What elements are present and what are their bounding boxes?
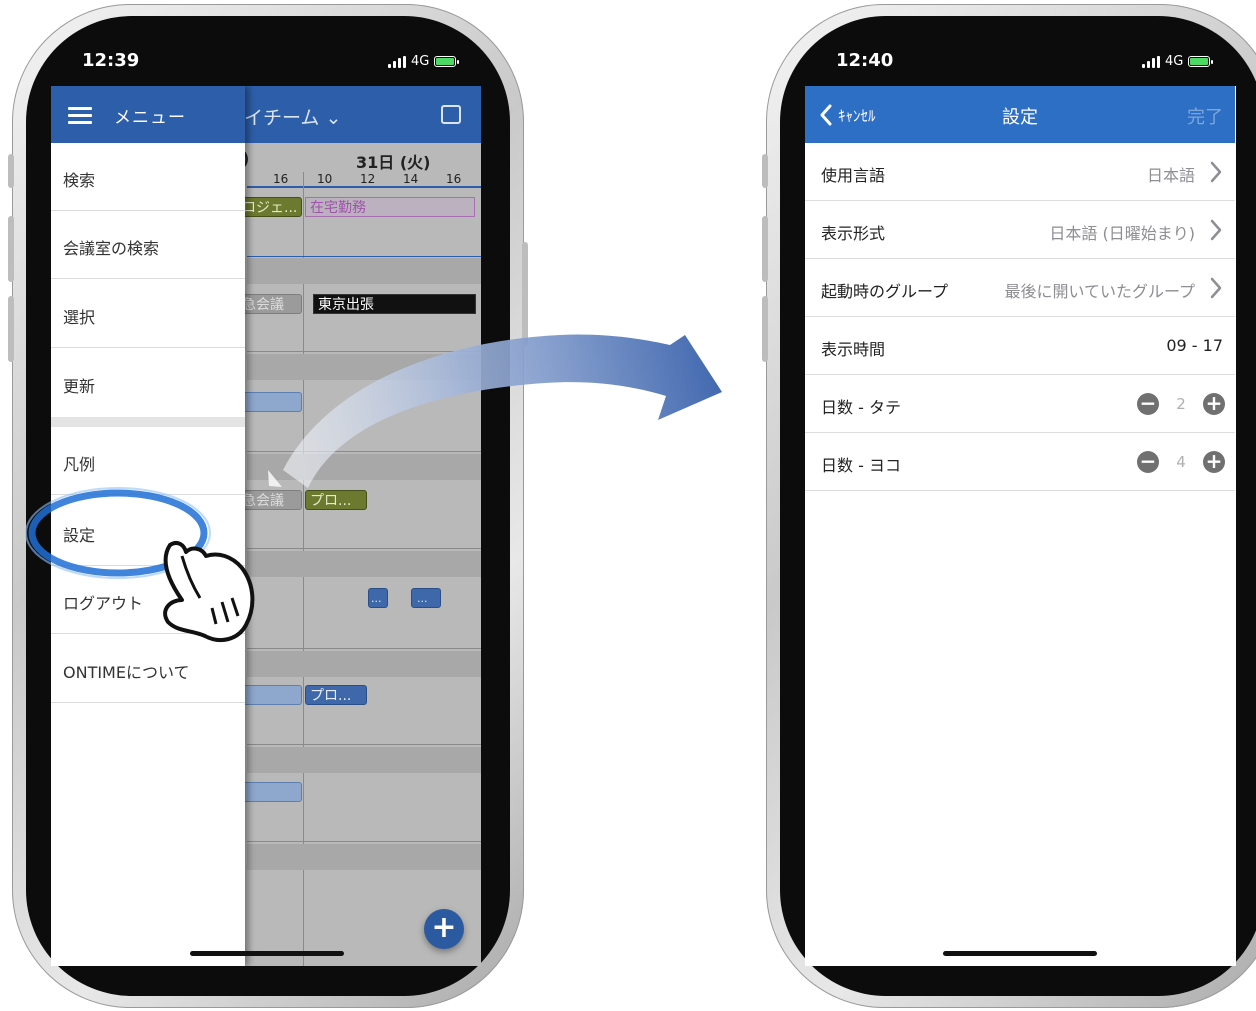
pointing-hand-icon bbox=[25, 487, 255, 642]
